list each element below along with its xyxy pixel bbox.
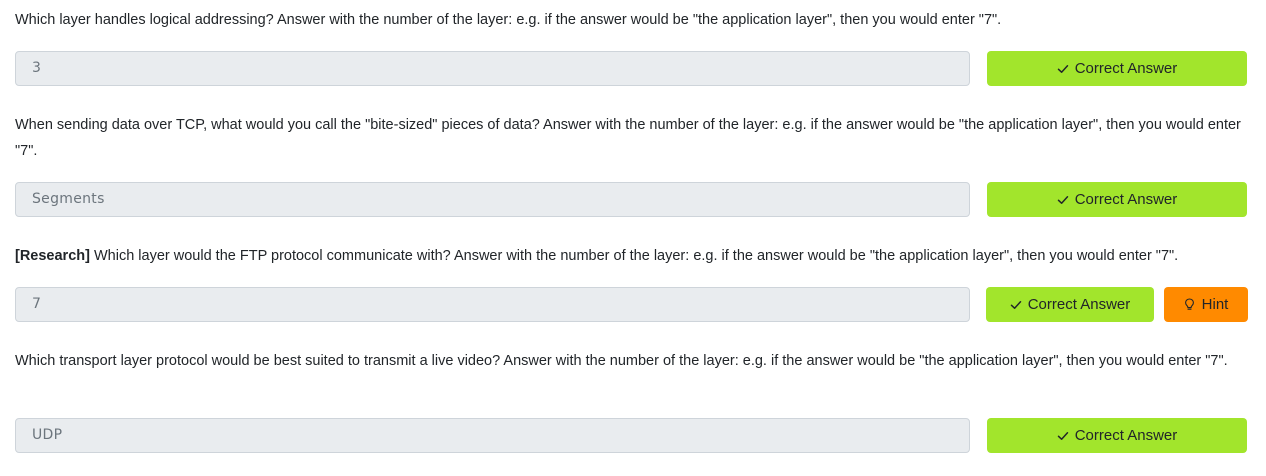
hint-label: Hint xyxy=(1201,296,1229,313)
question-4-text: Which transport layer protocol would be … xyxy=(15,348,1251,374)
correct-answer-label: Correct Answer xyxy=(1027,296,1131,313)
correct-answer-label: Correct Answer xyxy=(1074,191,1178,208)
question-1-body: Which layer handles logical addressing? … xyxy=(15,12,1002,28)
question-2-body: When sending data over TCP, what would y… xyxy=(15,117,1241,159)
question-1-correct-answer-button[interactable]: Correct Answer xyxy=(987,51,1247,86)
check-icon xyxy=(1057,63,1069,75)
question-3-correct-answer-button[interactable]: Correct Answer xyxy=(986,287,1154,322)
question-3-hint-button[interactable]: Hint xyxy=(1164,287,1248,322)
question-2-text: When sending data over TCP, what would y… xyxy=(15,112,1251,164)
check-icon xyxy=(1057,430,1069,442)
question-2-correct-answer-button[interactable]: Correct Answer xyxy=(987,182,1247,217)
check-icon xyxy=(1010,299,1022,311)
check-icon xyxy=(1057,194,1069,206)
question-3-text: [Research] Which layer would the FTP pro… xyxy=(15,243,1251,269)
question-4-body: Which transport layer protocol would be … xyxy=(15,353,1228,369)
lightbulb-icon xyxy=(1184,298,1196,311)
correct-answer-label: Correct Answer xyxy=(1074,427,1178,444)
question-3-prefix: [Research] xyxy=(15,248,90,264)
question-1-answer-field[interactable]: 3 xyxy=(15,51,970,86)
question-3-body: Which layer would the FTP protocol commu… xyxy=(89,248,1179,264)
correct-answer-label: Correct Answer xyxy=(1074,60,1178,77)
question-2-answer-field[interactable]: Segments xyxy=(15,182,970,217)
question-4-correct-answer-button[interactable]: Correct Answer xyxy=(987,418,1247,453)
question-1-text: Which layer handles logical addressing? … xyxy=(15,7,1251,33)
task-questions: Which layer handles logical addressing? … xyxy=(0,0,1266,476)
question-4-answer-field[interactable]: UDP xyxy=(15,418,970,453)
question-3-answer-field[interactable]: 7 xyxy=(15,287,970,322)
